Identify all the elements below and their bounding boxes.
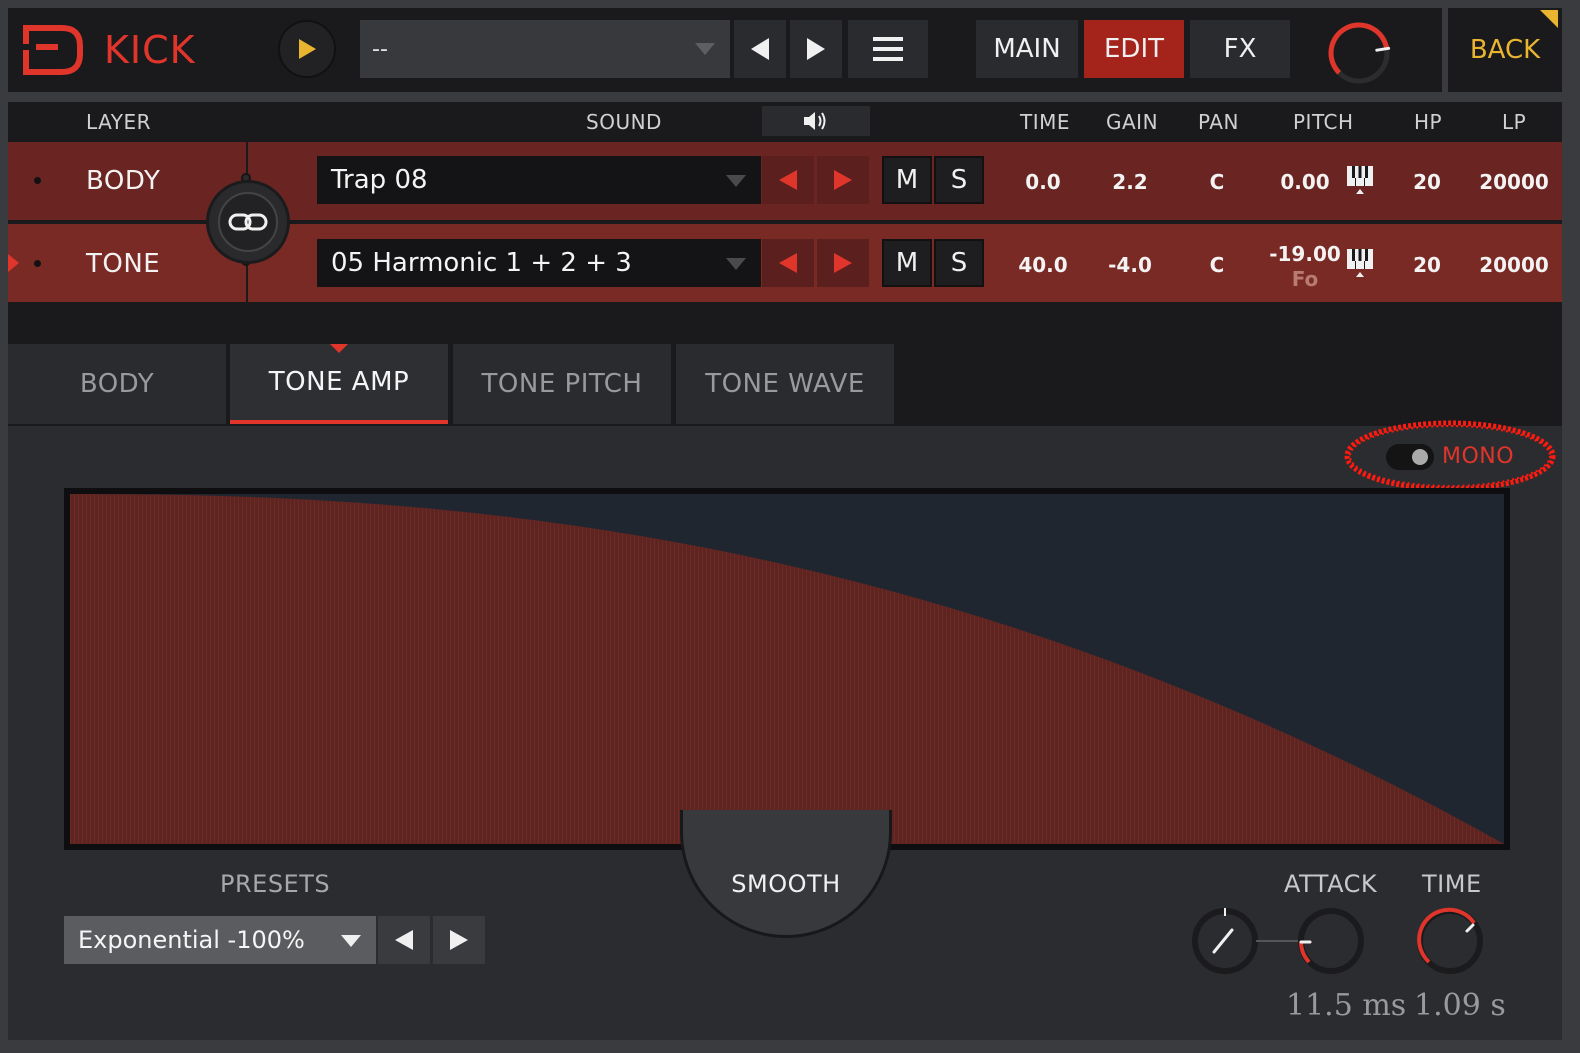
header-lp: LP <box>1502 110 1527 134</box>
pitch-note-label: Fo <box>1291 267 1319 291</box>
time-knob[interactable] <box>1417 907 1483 974</box>
tab-fx[interactable]: FX <box>1190 20 1290 78</box>
arrow-left-icon <box>779 170 797 190</box>
piano-keys-icon[interactable] <box>1346 164 1374 196</box>
arrow-right-icon <box>834 170 852 190</box>
row-indicator-dot <box>34 177 41 184</box>
chevron-down-icon <box>726 175 746 187</box>
time-value[interactable]: 0.0 <box>1003 170 1083 194</box>
gain-value[interactable]: -4.0 <box>1090 253 1170 277</box>
arrow-right-icon <box>807 38 825 60</box>
next-kit-button[interactable] <box>790 20 842 78</box>
pan-value[interactable]: C <box>1177 170 1257 194</box>
layer-name: TONE <box>86 249 161 279</box>
arrow-left-icon <box>779 253 797 273</box>
pan-value[interactable]: C <box>1177 253 1257 277</box>
smooth-label[interactable]: SMOOTH <box>680 870 892 898</box>
amplitude-envelope-graph[interactable] <box>70 494 1504 844</box>
solo-button[interactable]: S <box>934 156 984 204</box>
arrow-right-icon <box>834 253 852 273</box>
next-sound-button[interactable] <box>817 156 869 204</box>
play-button[interactable] <box>278 20 336 78</box>
header-sound: SOUND <box>586 110 662 134</box>
envelope-preset-value: Exponential -100% <box>78 926 305 954</box>
attack-label: ATTACK <box>1284 870 1378 898</box>
next-envelope-preset-button[interactable] <box>433 916 485 964</box>
solo-button[interactable]: S <box>934 239 984 287</box>
time-value-readout: 1.09 s <box>1414 988 1506 1023</box>
arrow-right-icon <box>450 930 468 950</box>
active-tab-marker-icon <box>330 344 348 353</box>
hp-value[interactable]: 20 <box>1387 253 1467 277</box>
speaker-icon <box>804 112 826 130</box>
kit-preset-dropdown[interactable]: -- <box>360 20 730 78</box>
prev-sound-button[interactable] <box>762 239 814 287</box>
hamburger-menu-icon <box>873 37 903 61</box>
gain-value[interactable]: 2.2 <box>1090 170 1170 194</box>
subtab-body[interactable]: BODY <box>8 344 226 424</box>
link-icon <box>228 213 268 231</box>
header-layer: LAYER <box>86 110 151 134</box>
kit-preset-value: -- <box>372 36 388 62</box>
hp-value[interactable]: 20 <box>1387 170 1467 194</box>
attack-knob[interactable] <box>1298 908 1364 974</box>
mute-button[interactable]: M <box>882 156 932 204</box>
time-value[interactable]: 40.0 <box>1003 253 1083 277</box>
curve-knob[interactable] <box>1192 908 1258 974</box>
prev-kit-button[interactable] <box>734 20 786 78</box>
header-time: TIME <box>1020 110 1071 134</box>
subtab-tone-pitch[interactable]: TONE PITCH <box>453 344 671 424</box>
next-sound-button[interactable] <box>817 239 869 287</box>
subtab-tone-amp[interactable]: TONE AMP <box>230 344 448 424</box>
pitch-value[interactable]: 0.00 <box>1265 170 1345 194</box>
link-button-face <box>218 192 278 252</box>
prev-envelope-preset-button[interactable] <box>378 916 430 964</box>
tab-edit[interactable]: EDIT <box>1084 20 1184 78</box>
app-title: KICK <box>104 28 196 72</box>
envelope-knobs <box>1192 907 1483 974</box>
subtab-tone-wave[interactable]: TONE WAVE <box>676 344 894 424</box>
time-label: TIME <box>1422 870 1482 898</box>
sound-value: 05 Harmonic 1 + 2 + 3 <box>331 248 632 278</box>
header-hp: HP <box>1414 110 1443 134</box>
mute-button[interactable]: M <box>882 239 932 287</box>
row-indicator-dot <box>34 260 41 267</box>
chevron-down-icon <box>341 935 361 947</box>
arrow-left-icon <box>751 38 769 60</box>
chevron-down-icon <box>726 258 746 270</box>
selected-row-marker-icon <box>8 254 19 272</box>
chevron-down-icon <box>695 43 715 55</box>
attack-value: 11.5 ms <box>1286 988 1407 1023</box>
tab-main[interactable]: MAIN <box>976 20 1078 78</box>
sound-dropdown[interactable]: Trap 08 <box>317 156 761 204</box>
envelope-preset-dropdown[interactable]: Exponential -100% <box>64 916 376 964</box>
highlight-circle-annotation <box>1344 420 1556 492</box>
preview-sound-button[interactable] <box>762 106 870 136</box>
app-logo-icon <box>22 25 83 75</box>
layer-name: BODY <box>86 166 161 196</box>
piano-keys-icon[interactable] <box>1346 247 1374 279</box>
lp-value[interactable]: 20000 <box>1474 253 1554 277</box>
header-pitch: PITCH <box>1293 110 1354 134</box>
master-volume-knob[interactable] <box>1324 18 1394 88</box>
arrow-left-icon <box>395 930 413 950</box>
corner-flag-icon <box>1540 10 1558 28</box>
pitch-value[interactable]: -19.00 <box>1265 242 1345 266</box>
prev-sound-button[interactable] <box>762 156 814 204</box>
sound-dropdown[interactable]: 05 Harmonic 1 + 2 + 3 <box>317 239 761 287</box>
presets-label: PRESETS <box>220 870 331 898</box>
menu-button[interactable] <box>848 20 928 78</box>
link-layers-button[interactable] <box>206 180 290 264</box>
lp-value[interactable]: 20000 <box>1474 170 1554 194</box>
header-gain: GAIN <box>1106 110 1159 134</box>
header-pan: PAN <box>1198 110 1239 134</box>
play-icon <box>299 39 316 59</box>
sound-value: Trap 08 <box>331 165 428 195</box>
